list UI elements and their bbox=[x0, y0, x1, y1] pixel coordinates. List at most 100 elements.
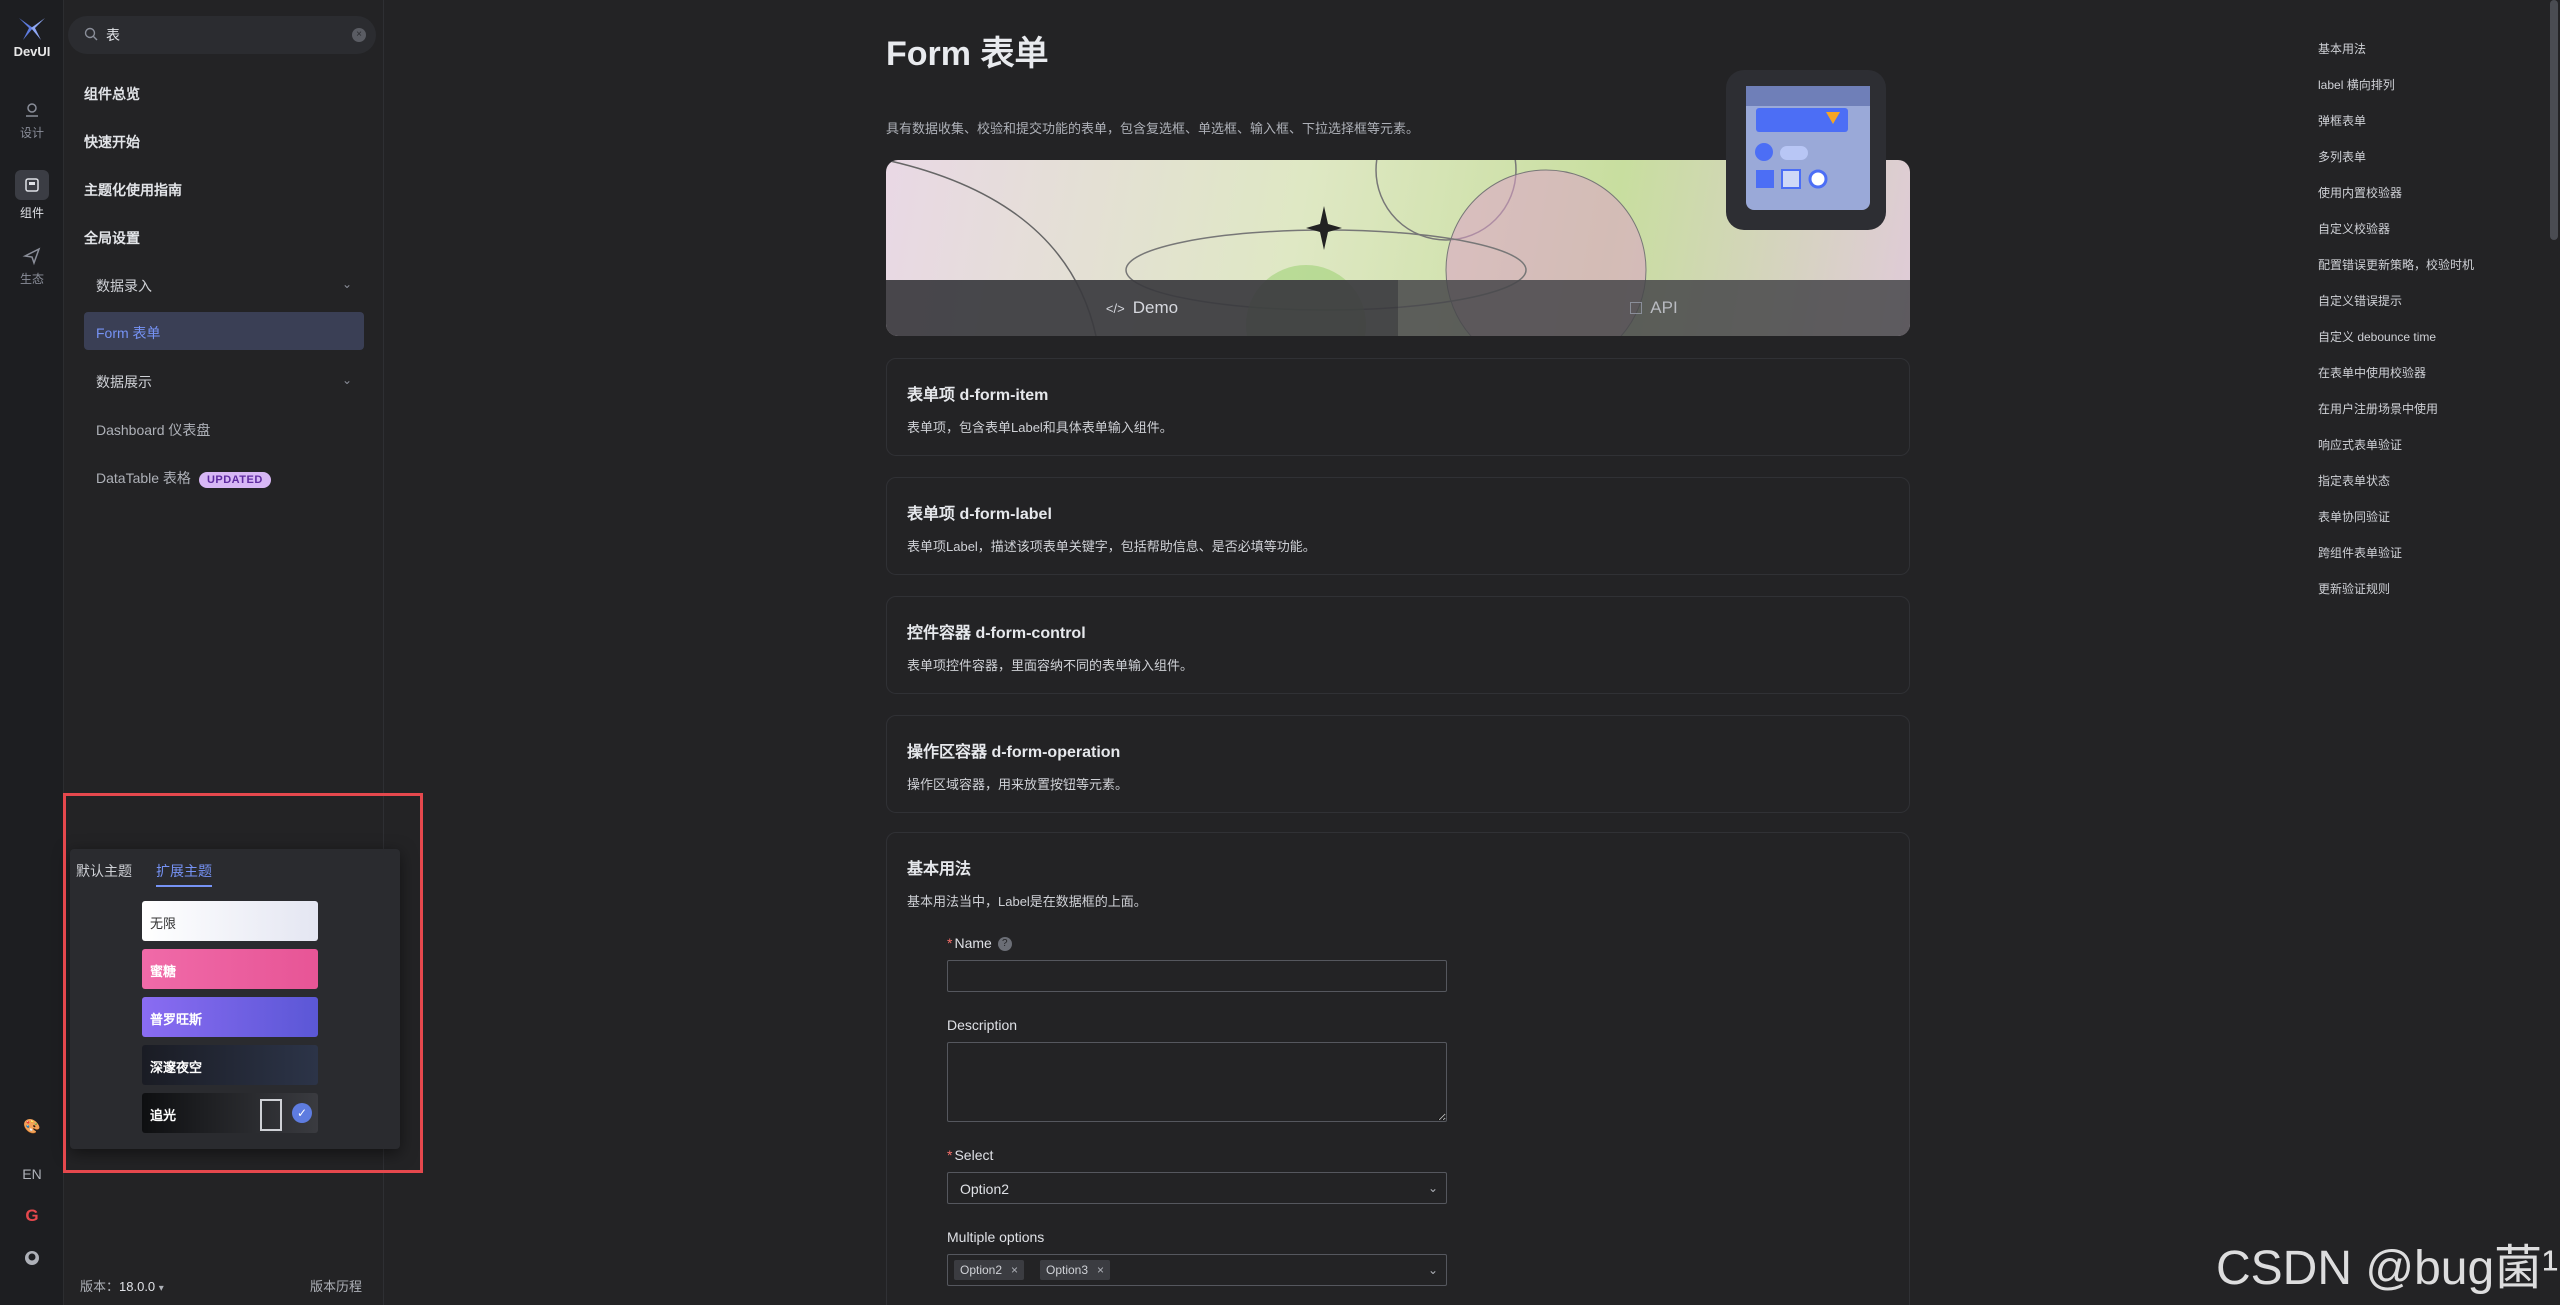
card-form-control-title: 控件容器 d-form-control bbox=[907, 625, 1086, 642]
nav-item-datatable-label: DataTable 表格 bbox=[96, 470, 191, 486]
toc-item[interactable]: 在表单中使用校验器 bbox=[2318, 364, 2426, 381]
nav-overview[interactable]: 组件总览 bbox=[84, 84, 140, 104]
description-textarea[interactable] bbox=[947, 1042, 1447, 1122]
tag-option3: Option3 × bbox=[1040, 1260, 1111, 1280]
nav-item-form-label: Form 表单 bbox=[96, 325, 161, 341]
toc-item[interactable]: 指定表单状态 bbox=[2318, 472, 2390, 489]
code-icon: </> bbox=[1105, 300, 1125, 316]
nav-global-settings[interactable]: 全局设置 bbox=[84, 228, 140, 248]
toc-item[interactable]: 自定义 debounce time bbox=[2318, 328, 2436, 345]
select-value: Option2 bbox=[960, 1181, 1010, 1197]
tab-api-label: API bbox=[1650, 298, 1678, 317]
doc-icon bbox=[1630, 302, 1643, 314]
devui-logo-icon bbox=[19, 18, 45, 40]
toc-item[interactable]: 使用内置校验器 bbox=[2318, 184, 2402, 201]
g-icon[interactable]: G bbox=[0, 1206, 64, 1226]
close-icon[interactable]: × bbox=[1011, 1260, 1018, 1280]
card-form-label: 表单项 d-form-label 表单项Label，描述该项表单关键字，包括帮助… bbox=[886, 477, 1910, 575]
nav-item-datatable[interactable]: DataTable 表格 UPDATED bbox=[96, 468, 271, 488]
toc-item[interactable]: 基本用法 bbox=[2318, 40, 2366, 57]
tab-demo[interactable]: </> Demo bbox=[886, 280, 1398, 336]
name-input[interactable] bbox=[947, 960, 1447, 992]
select-label-text: Select bbox=[954, 1147, 994, 1163]
chevron-down-icon: ⌄ bbox=[341, 277, 352, 291]
tab-demo-label: Demo bbox=[1132, 298, 1179, 317]
form-illustration bbox=[1726, 70, 1886, 230]
nav-theming-guide[interactable]: 主题化使用指南 bbox=[84, 180, 182, 200]
logo-text: DevUI bbox=[13, 44, 51, 59]
nav-group-data-display-label: 数据展示 bbox=[96, 374, 152, 390]
nav-quick-start[interactable]: 快速开始 bbox=[84, 132, 140, 152]
toc-item[interactable]: label 横向排列 bbox=[2318, 76, 2395, 93]
select-dropdown[interactable]: Option2 ⌄ bbox=[947, 1172, 1447, 1204]
card-form-operation-title: 操作区容器 d-form-operation bbox=[907, 744, 1121, 761]
page-title: Form 表单 bbox=[886, 35, 1049, 73]
name-label-text: Name bbox=[954, 935, 992, 951]
help-icon[interactable]: ? bbox=[997, 937, 1012, 952]
card-form-item: 表单项 d-form-item 表单项，包含表单Label和具体表单输入组件。 bbox=[886, 358, 1910, 456]
select-label: * Select bbox=[947, 1147, 993, 1163]
version-selector[interactable]: 版本：18.0.0 ▾ bbox=[80, 1276, 164, 1295]
toc-item[interactable]: 响应式表单验证 bbox=[2318, 436, 2402, 453]
scrollbar-thumb[interactable] bbox=[2550, 0, 2558, 240]
toc-item[interactable]: 在用户注册场景中使用 bbox=[2318, 400, 2438, 417]
nav-group-data-display[interactable]: 数据展示 ⌄ bbox=[96, 372, 356, 392]
card-form-control-desc: 表单项控件容器，里面容纳不同的表单输入组件。 bbox=[907, 658, 1194, 673]
page-scrollbar[interactable] bbox=[2548, 0, 2560, 1305]
toc-item[interactable]: 表单协同验证 bbox=[2318, 508, 2390, 525]
multi-select[interactable]: Option2 × Option3 × ⌄ bbox=[947, 1254, 1447, 1286]
highlight-frame bbox=[63, 793, 423, 1173]
toc-item[interactable]: 弹框表单 bbox=[2318, 112, 2366, 129]
demo-title: 基本用法 bbox=[907, 861, 972, 878]
toc-item[interactable]: 自定义校验器 bbox=[2318, 220, 2390, 237]
github-icon[interactable] bbox=[0, 1250, 64, 1269]
palette-icon[interactable]: 🎨 bbox=[0, 1118, 64, 1135]
devui-logo[interactable]: DevUI bbox=[12, 16, 52, 59]
toc-item[interactable]: 更新验证规则 bbox=[2318, 580, 2390, 597]
search-input[interactable] bbox=[106, 16, 336, 54]
search-icon bbox=[84, 27, 98, 41]
demo-intro: 基本用法当中，Label是在数据框的上面。 bbox=[907, 894, 1147, 909]
toc-item[interactable]: 自定义错误提示 bbox=[2318, 292, 2402, 309]
nav-group-data-entry-label: 数据录入 bbox=[96, 278, 152, 294]
card-form-operation: 操作区容器 d-form-operation 操作区域容器，用来放置按钮等元素。 bbox=[886, 715, 1910, 813]
card-form-item-title: 表单项 d-form-item bbox=[907, 387, 1049, 404]
multiple-label: Multiple options bbox=[947, 1229, 1045, 1245]
rail-components-label: 组件 bbox=[19, 206, 44, 220]
rail-design[interactable]: 设计 bbox=[8, 100, 56, 141]
nav-item-dashboard[interactable]: Dashboard 仪表盘 bbox=[96, 420, 210, 440]
language-switch[interactable]: EN bbox=[0, 1166, 64, 1182]
rail-components[interactable]: 组件 bbox=[8, 170, 56, 221]
version-value: 18.0.0 bbox=[119, 1279, 156, 1294]
version-history-link[interactable]: 版本历程 bbox=[310, 1276, 362, 1295]
design-icon bbox=[26, 103, 38, 117]
card-form-item-desc: 表单项，包含表单Label和具体表单输入组件。 bbox=[907, 420, 1173, 435]
toc-item[interactable]: 配置错误更新策略，校验时机 bbox=[2318, 256, 2474, 273]
search-box[interactable]: × bbox=[68, 16, 376, 54]
tag-option2: Option2 × bbox=[954, 1260, 1025, 1280]
updated-badge: UPDATED bbox=[198, 472, 271, 488]
toc-item[interactable]: 跨组件表单验证 bbox=[2318, 544, 2402, 561]
card-form-label-title: 表单项 d-form-label bbox=[907, 506, 1052, 523]
rail-design-label: 设计 bbox=[19, 126, 44, 140]
page-description: 具有数据收集、校验和提交功能的表单，包含复选框、单选框、输入框、下拉选择框等元素… bbox=[886, 121, 1420, 136]
nav-group-data-entry[interactable]: 数据录入 ⌄ bbox=[96, 276, 356, 296]
card-form-label-desc: 表单项Label，描述该项表单关键字，包括帮助信息、是否必填等功能。 bbox=[907, 539, 1316, 554]
card-form-control: 控件容器 d-form-control 表单项控件容器，里面容纳不同的表单输入组… bbox=[886, 596, 1910, 694]
send-icon bbox=[22, 247, 41, 266]
chevron-down-icon: ⌄ bbox=[1427, 1181, 1438, 1195]
close-icon[interactable]: × bbox=[1097, 1260, 1104, 1280]
description-label: Description bbox=[947, 1017, 1018, 1033]
rail-ecosystem-label: 生态 bbox=[19, 272, 44, 286]
toc-item[interactable]: 多列表单 bbox=[2318, 148, 2366, 165]
version-label: 版本： bbox=[80, 1279, 120, 1294]
demo-basic-usage: 基本用法 基本用法当中，Label是在数据框的上面。 * Name? Descri… bbox=[886, 832, 1910, 1305]
watermark: CSDN @bug菌¹ bbox=[2216, 1242, 2559, 1295]
chevron-down-icon: ⌄ bbox=[341, 373, 352, 387]
rail-ecosystem[interactable]: 生态 bbox=[8, 246, 56, 287]
demo-api-tabs: </> Demo API bbox=[886, 280, 1910, 336]
clear-search-icon[interactable]: × bbox=[352, 28, 366, 42]
nav-item-form[interactable]: Form 表单 bbox=[84, 312, 364, 350]
required-mark: * bbox=[947, 935, 953, 951]
tab-api[interactable]: API bbox=[1398, 280, 1910, 336]
